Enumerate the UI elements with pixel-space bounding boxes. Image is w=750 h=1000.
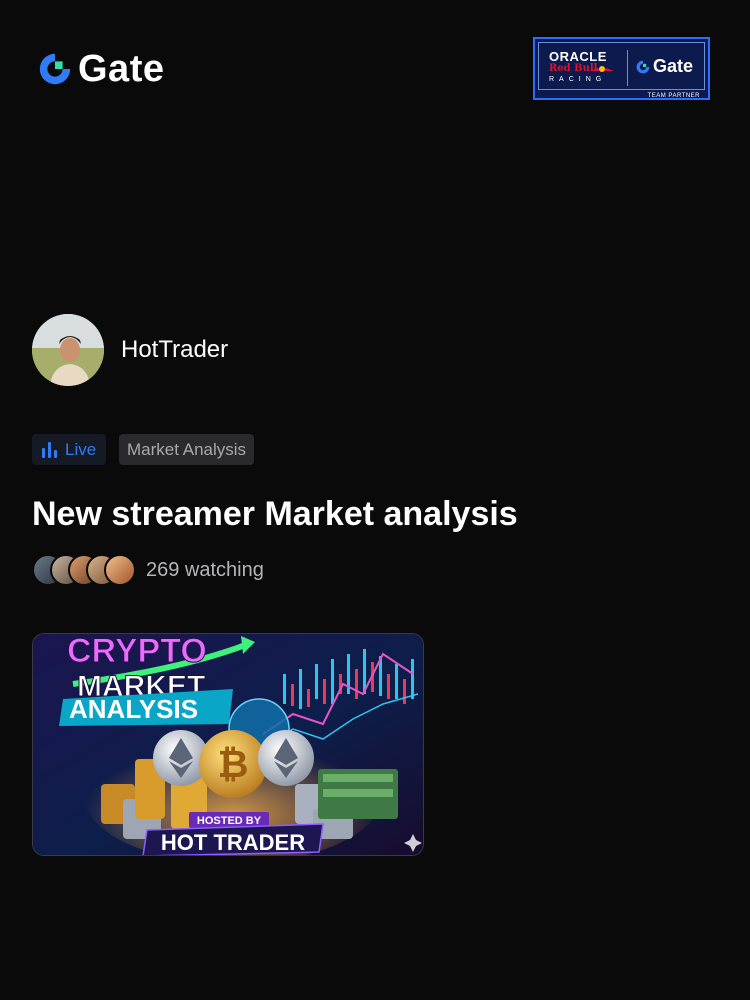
live-label: Live [65,439,97,459]
gate-logo[interactable]: Gate [36,50,164,88]
thumb-line1: CRYPTO [67,634,207,670]
viewer-avatar [104,554,136,586]
live-badge: Live [32,434,107,465]
svg-text:₿: ₿ [218,744,249,786]
oracle-label: ORACLE [549,49,607,64]
stream-thumbnail[interactable]: ₿ CRYPTO MARKET ANALYSIS HOSTED BY HOT T… [32,633,424,856]
streamer-avatar-image [32,314,104,386]
gate-logo-icon [39,53,71,85]
badge-divider [627,50,628,86]
team-partner-badge: ORACLE Red Bull RACING Gate TEAM PARTNER [533,37,710,100]
badge-gate-text: Gate [653,56,694,76]
category-tag[interactable]: Market Analysis [119,434,255,465]
live-bars-icon [42,441,57,458]
bulls-icon [590,66,614,72]
thumbnail-artwork: ₿ CRYPTO MARKET ANALYSIS HOSTED BY HOT T… [33,634,423,855]
thumb-line3: ANALYSIS [69,694,198,724]
thumb-host: HOT TRADER [161,830,305,855]
badge-gate-logo: Gate [635,56,693,77]
gate-logo-text: Gate [78,48,165,90]
thumb-hosted-by: HOSTED BY [197,815,262,827]
stream-title: New streamer Market analysis [32,495,518,533]
gate-logo-small-icon [636,60,650,73]
watching-count: 269 watching [146,558,264,581]
viewer-summary: 269 watching [32,554,264,586]
streamer-name[interactable]: HotTrader [121,336,228,364]
team-partner-label: TEAM PARTNER [647,93,700,99]
racing-label: RACING [549,76,607,83]
streamer-avatar[interactable] [32,314,104,386]
